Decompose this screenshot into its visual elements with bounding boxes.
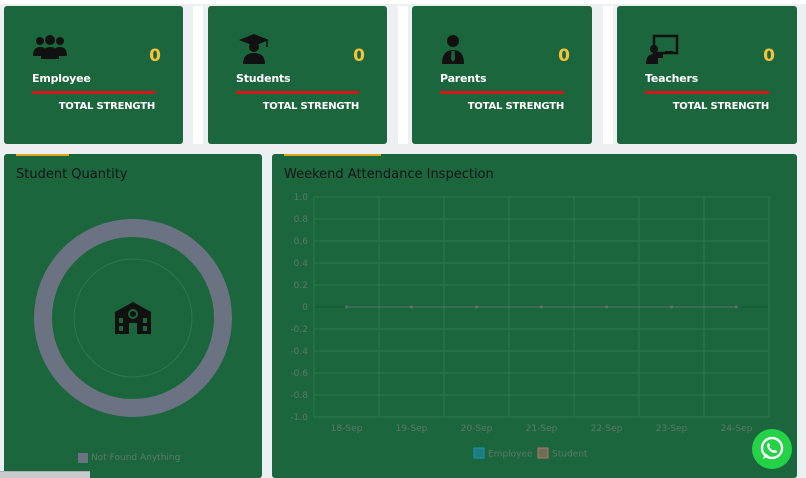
legend-swatch	[78, 452, 88, 463]
card-gap	[398, 6, 408, 144]
y-tick-label: -1.0	[290, 413, 308, 423]
employee-count: 0	[149, 46, 161, 66]
red-divider	[440, 91, 564, 94]
legend-label-student: Student	[552, 450, 588, 460]
employee-total-label: TOTAL STRENGTH	[58, 101, 156, 112]
donut-chart[interactable]	[32, 217, 234, 419]
y-tick-label: -0.2	[290, 325, 308, 335]
employee-card[interactable]: 0 Employee TOTAL STRENGTH	[4, 6, 183, 144]
red-divider	[236, 91, 359, 94]
top-strip	[0, 0, 806, 4]
x-tick-label: 22-Sep	[591, 424, 623, 434]
data-point-student	[735, 305, 738, 309]
data-point-student	[540, 305, 543, 309]
card-gap	[193, 6, 203, 144]
horizontal-scrollbar[interactable]	[0, 471, 90, 478]
legend-swatch-employee	[473, 447, 485, 459]
y-tick-label: -0.6	[290, 369, 308, 379]
school-icon	[115, 302, 151, 334]
person-tie-icon	[442, 35, 464, 64]
x-tick-label: 20-Sep	[461, 424, 493, 434]
students-total-label: TOTAL STRENGTH	[262, 101, 360, 112]
x-tick-label: 19-Sep	[396, 424, 428, 434]
card-gap	[603, 6, 613, 144]
teachers-total-label: TOTAL STRENGTH	[672, 101, 770, 112]
x-tick-label: 24-Sep	[721, 424, 753, 434]
graduate-icon	[239, 34, 269, 64]
attendance-panel: Weekend Attendance Inspection 1.0 0.8 0.6 0…	[272, 154, 797, 478]
student-quantity-panel: Student Quantity Not Found Anything	[4, 154, 262, 478]
teachers-count: 0	[763, 46, 775, 66]
data-point-student	[410, 305, 413, 309]
legend-label-employee: Employee	[488, 450, 533, 460]
parents-label: Parents	[440, 72, 487, 85]
red-divider	[645, 91, 769, 94]
legend-swatch-student	[537, 447, 549, 459]
red-divider	[32, 91, 155, 94]
y-tick-label: 0.6	[294, 237, 309, 247]
panel-accent	[16, 154, 69, 156]
students-card[interactable]: 0 Students TOTAL STRENGTH	[208, 6, 387, 144]
parents-card[interactable]: 0 Parents TOTAL STRENGTH	[412, 6, 592, 144]
y-tick-label: -0.4	[290, 347, 308, 357]
data-point-student	[475, 305, 478, 309]
teacher-board-icon	[646, 34, 679, 64]
teachers-label: Teachers	[645, 72, 699, 85]
x-tick-label: 18-Sep	[331, 424, 363, 434]
whatsapp-icon	[760, 436, 784, 460]
students-label: Students	[236, 72, 291, 85]
users-icon	[33, 35, 67, 59]
y-tick-label: -0.8	[290, 391, 308, 401]
teachers-card[interactable]: 0 Teachers TOTAL STRENGTH	[617, 6, 797, 144]
data-point-student	[605, 305, 608, 309]
y-tick-label: 1.0	[294, 193, 309, 203]
x-tick-label: 23-Sep	[656, 424, 688, 434]
y-tick-label: 0.2	[294, 281, 308, 291]
x-tick-label: 21-Sep	[526, 424, 558, 434]
donut-legend-label: Not Found Anything	[91, 452, 181, 463]
students-count: 0	[353, 46, 365, 66]
data-point-student	[670, 305, 673, 309]
attendance-line-chart[interactable]: 1.0 0.8 0.6 0.4 0.2 0 -0.2 -0.4 -0.6 -0.8 -1.0 18-S…	[272, 154, 797, 478]
student-quantity-title: Student Quantity	[16, 167, 128, 182]
y-tick-label: 0.8	[294, 215, 309, 225]
dashboard: 0 Employee TOTAL STRENGTH 0 Students TOT…	[0, 0, 806, 478]
data-point-student	[345, 305, 348, 309]
parents-count: 0	[558, 46, 570, 66]
whatsapp-button[interactable]	[752, 429, 792, 469]
parents-total-label: TOTAL STRENGTH	[467, 101, 565, 112]
y-tick-label: 0.4	[294, 259, 309, 269]
employee-label: Employee	[32, 72, 91, 85]
y-tick-label: 0	[302, 303, 308, 313]
donut-legend: Not Found Anything	[78, 449, 180, 467]
